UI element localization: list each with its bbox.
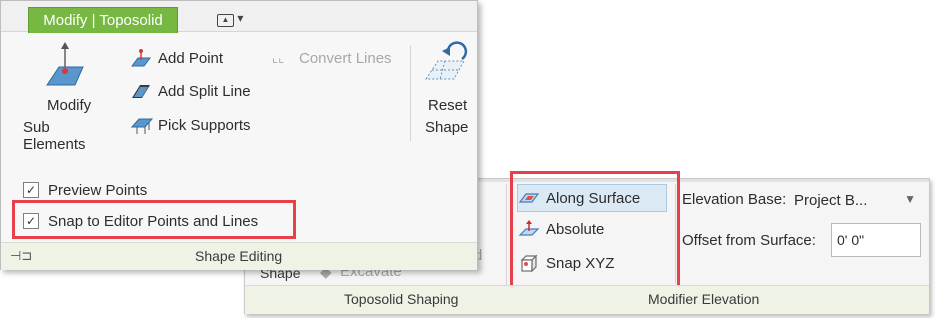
elevation-base-select[interactable]: Project B... ▼ (794, 187, 920, 213)
qat-dropdown-icon: ▾ (237, 11, 244, 25)
convert-lines-icon: ⌞⌞ (272, 50, 285, 65)
preview-points-checkbox[interactable]: ✓ (23, 182, 39, 198)
elevation-base-value: Project B... (794, 191, 868, 209)
add-point-icon (131, 49, 151, 67)
reset-shape-button[interactable]: Reset Shape (416, 41, 474, 141)
highlight-box-snap (12, 200, 296, 239)
convert-lines-label: Convert Lines (299, 50, 392, 67)
modify-label: Modify (47, 97, 92, 114)
add-point-label: Add Point (158, 50, 224, 67)
reset-label: Reset (428, 97, 468, 114)
panel-toggle-icon: ▲ (217, 14, 234, 27)
add-split-line-button[interactable]: Add Split Line (131, 81, 271, 103)
add-split-line-icon (132, 85, 150, 98)
panel-divider (410, 45, 411, 141)
convert-lines-button[interactable]: ⌞⌞ Convert Lines (272, 48, 402, 70)
offset-input[interactable]: 0' 0" (831, 223, 921, 257)
modify-sub-elements-icon (46, 42, 84, 86)
tab-modify-toposolid[interactable]: Modify | Toposolid (28, 7, 178, 33)
elevation-base-label: Elevation Base: (682, 191, 787, 208)
offset-label: Offset from Surface: (682, 232, 816, 249)
modify-sub-elements-button[interactable]: Modify Sub Elements (15, 41, 115, 153)
modifier-elevation-title: Modifier Elevation (648, 291, 760, 307)
add-point-button[interactable]: Add Point (131, 48, 261, 70)
ribbon-display-toggle[interactable]: ▲ ▾ (217, 11, 253, 27)
shape-label: Shape (425, 119, 469, 136)
pick-supports-icon (131, 118, 153, 134)
reset-shape-icon (425, 41, 468, 80)
add-split-line-label: Add Split Line (158, 83, 251, 100)
pin-icon[interactable]: ⊣⊐ (10, 248, 32, 264)
offset-value: 0' 0" (837, 232, 865, 248)
pick-supports-label: Pick Supports (158, 117, 251, 134)
sub-elements-label: Sub Elements (23, 119, 86, 153)
pick-supports-button[interactable]: Pick Supports (131, 115, 271, 137)
front-footer: ⊣⊐ Shape Editing (1, 242, 477, 270)
chevron-down-icon: ▼ (904, 192, 916, 206)
shape-editing-title: Shape Editing (195, 248, 283, 264)
preview-points-option[interactable]: ✓ Preview Points (23, 181, 183, 201)
panel-divider (675, 184, 676, 284)
preview-points-label: Preview Points (48, 182, 148, 199)
highlight-box-modifier (510, 171, 680, 291)
back-footer: Toposolid Shaping Modifier Elevation (245, 285, 929, 314)
toposolid-shaping-title: Toposolid Shaping (344, 291, 459, 307)
